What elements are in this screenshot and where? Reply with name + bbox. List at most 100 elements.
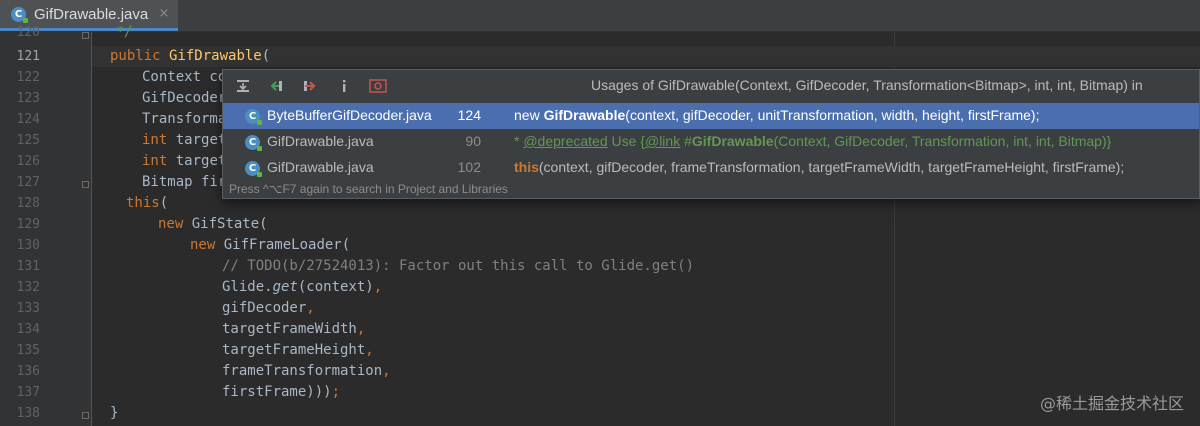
line-number: 134 — [16, 322, 40, 337]
comma: , — [306, 300, 315, 316]
java-class-icon: C — [245, 135, 262, 151]
fold-marker-icon[interactable] — [82, 181, 89, 188]
code-text: (context) — [297, 279, 374, 295]
settings-icon — [369, 79, 387, 93]
line-number: 137 — [16, 385, 40, 400]
next-occurrence-button[interactable] — [299, 75, 321, 97]
comma: , — [356, 321, 366, 337]
keyword: public — [110, 48, 161, 64]
code-line-132[interactable]: Glide.get(context), — [92, 277, 1200, 298]
line-number: 126 — [16, 154, 40, 169]
line-number: 127 — [16, 175, 40, 190]
usage-file: GifDrawable.java — [267, 159, 374, 175]
usage-file: GifDrawable.java — [267, 133, 374, 149]
usage-row-selected[interactable]: C ByteBufferGifDecoder.java 124 new GifD… — [223, 103, 1199, 129]
line-number: 138 — [16, 406, 40, 421]
code-line-136[interactable]: frameTransformation, — [92, 361, 1200, 382]
usage-file: ByteBufferGifDecoder.java — [267, 107, 432, 123]
code-text: gifDecoder — [222, 300, 307, 316]
tab-label: GifDrawable.java — [34, 5, 149, 23]
line-number: 122 — [16, 70, 40, 85]
collapse-to-usage-view-icon — [237, 80, 249, 92]
line-number: 128 — [16, 196, 40, 211]
comma: , — [365, 342, 374, 358]
constructor-name: GifDrawable — [169, 48, 262, 64]
keyword: new — [158, 216, 184, 232]
code-line-135[interactable]: targetFrameHeight, — [92, 340, 1200, 361]
code-line-137[interactable]: firstFrame))); — [92, 382, 1200, 403]
settings-button[interactable] — [367, 75, 389, 97]
fold-marker-icon[interactable] — [82, 32, 89, 39]
keyword: this — [514, 159, 539, 175]
line-number-current: 121 — [16, 49, 40, 64]
match-highlight: GifDrawable — [691, 133, 774, 149]
code-text: targetFrameHeight — [222, 342, 366, 358]
code-line-130[interactable]: new GifFrameLoader( — [92, 235, 1200, 256]
collapse-to-usage-view-button[interactable] — [232, 75, 254, 97]
line-number: 120 — [16, 25, 40, 40]
previous-occurrence-icon — [270, 81, 282, 91]
comma: , — [373, 279, 383, 295]
usage-code: this(context, gifDecoder, frameTransform… — [514, 159, 1199, 175]
line-number: 135 — [16, 343, 40, 358]
code-text: (context, gifDecoder, frameTransformatio… — [538, 159, 1125, 175]
code-line-138[interactable]: } — [92, 403, 1200, 424]
java-class-icon: C — [245, 109, 262, 125]
code-line-133[interactable]: gifDecoder, — [92, 298, 1200, 319]
usage-line-number: 102 — [457, 159, 481, 175]
code-text: Bitmap fir — [142, 174, 227, 190]
usage-row[interactable]: C GifDrawable.java 90 * @deprecated Use … — [223, 129, 1199, 155]
find-usages-popup[interactable]: Usages of GifDrawable(Context, GifDecode… — [222, 69, 1200, 199]
code-text: target — [167, 153, 227, 169]
line-number-gutter[interactable]: 120 121 122 123 124 125 126 127 128 129 … — [0, 25, 92, 426]
keyword: int — [142, 153, 168, 169]
code-text: GifDecoder — [142, 90, 227, 106]
fold-marker-icon[interactable] — [82, 412, 89, 419]
usage-row[interactable]: C GifDrawable.java 102 this(context, gif… — [223, 155, 1199, 181]
info-icon — [343, 80, 346, 92]
code-line-121[interactable]: public GifDrawable( — [92, 46, 1200, 67]
previous-occurrence-button[interactable] — [265, 75, 287, 97]
code-text: Transforma — [142, 111, 227, 127]
javadoc-text: Use { — [607, 133, 645, 149]
info-button[interactable] — [333, 75, 355, 97]
code-text: new — [514, 107, 544, 123]
keyword: int — [142, 132, 168, 148]
line-number: 130 — [16, 238, 40, 253]
line-number: 131 — [16, 259, 40, 274]
javadoc-tag: @link — [644, 133, 681, 149]
static-method: get — [272, 279, 298, 295]
popup-toolbar: Usages of GifDrawable(Context, GifDecode… — [223, 70, 1199, 103]
code-line-134[interactable]: targetFrameWidth, — [92, 319, 1200, 340]
javadoc-text: (Context, GifDecoder, Transformation, in… — [773, 133, 1112, 149]
popup-title: Usages of GifDrawable(Context, GifDecode… — [591, 77, 1143, 93]
usage-code: * @deprecated Use {@link #GifDrawable(Co… — [514, 133, 1199, 149]
code-text: GifState( — [183, 216, 268, 232]
line-number: 129 — [16, 217, 40, 232]
usage-line-number: 124 — [457, 107, 481, 123]
keyword: this — [126, 195, 160, 211]
javadoc-tag: @deprecated — [523, 133, 608, 149]
semicolon: ; — [331, 384, 341, 400]
code-text: GifFrameLoader( — [215, 237, 351, 253]
watermark: @稀土掘金技术社区 — [1039, 394, 1184, 413]
java-class-icon: C — [11, 6, 28, 23]
code-line-129[interactable]: new GifState( — [92, 214, 1200, 235]
comma: , — [382, 363, 391, 379]
code-text: Context co — [142, 69, 227, 85]
code-text: firstFrame))) — [222, 384, 332, 400]
code-line-120[interactable]: */ — [92, 22, 1200, 43]
popup-footer-hint: Press ^⌥F7 again to search in Project an… — [223, 180, 1199, 198]
close-icon[interactable]: × — [158, 7, 170, 20]
line-comment: // TODO(b/27524013): Factor out this cal… — [222, 258, 695, 274]
code-text: (context, gifDecoder, unitTransformation… — [625, 107, 1040, 123]
javadoc-text: # — [680, 133, 692, 149]
match-highlight: GifDrawable — [543, 107, 626, 123]
code-text: ( — [159, 195, 169, 211]
code-line-131[interactable]: // TODO(b/27524013): Factor out this cal… — [92, 256, 1200, 277]
next-occurrence-icon — [304, 81, 316, 91]
usage-code: new GifDrawable(context, gifDecoder, uni… — [514, 107, 1199, 123]
javadoc-end: */ — [116, 24, 133, 40]
closing-brace: } — [110, 405, 119, 421]
javadoc-text: * — [514, 133, 524, 149]
